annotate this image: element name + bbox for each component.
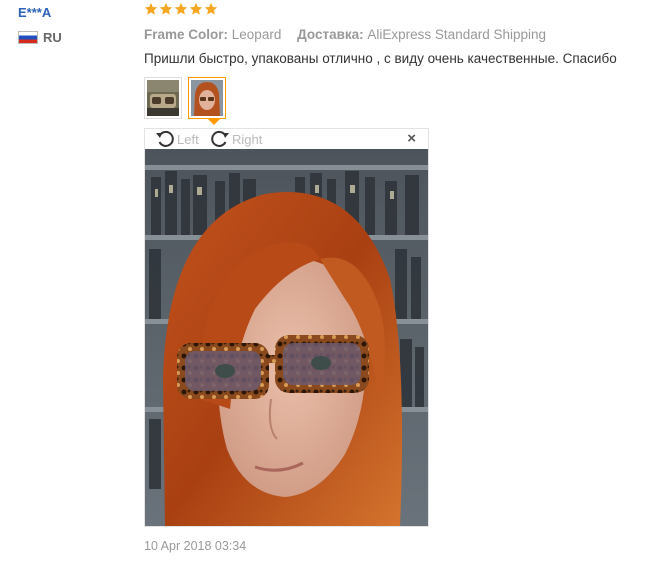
rotate-left-button[interactable]: Left [155,130,199,148]
review-text: Пришли быстро, упакованы отлично , с вид… [144,51,617,66]
close-viewer-button[interactable]: × [407,130,416,148]
review-timestamp: 10 Apr 2018 03:34 [144,539,247,553]
active-thumb-caret [208,119,220,125]
viewer-toolbar: Left Right × [145,129,428,149]
photo-thumbnail-selfie-icon[interactable] [188,77,226,119]
photo-viewer: Left Right × [144,128,429,527]
star-icon [144,2,158,15]
attr-frame-color-label: Frame Color: [144,27,229,42]
rotate-left-label: Left [177,131,199,147]
rotate-right-label: Right [232,131,263,147]
star-icon [204,2,218,15]
attr-frame-color-value: Leopard [231,27,282,42]
star-icon [189,2,203,15]
rotate-right-button[interactable]: Right [210,130,262,148]
reviewer-info: E***A RU [18,6,62,45]
reviewer-name[interactable]: E***A [18,6,62,20]
attr-shipping-value: AliExpress Standard Shipping [367,27,547,42]
review-photo [145,149,428,526]
russia-flag-icon [18,31,38,44]
attr-shipping-label: Доставка: [297,27,364,42]
photo-thumbnails [144,77,226,119]
star-rating [144,2,218,20]
review-attributes: Frame Color: Leopard Доставка: AliExpres… [144,27,558,42]
star-icon [159,2,173,15]
photo-thumbnail-glasses-icon[interactable] [144,77,182,119]
review-photo-image [145,149,428,526]
star-icon [174,2,188,15]
rotate-right-icon [211,130,229,147]
rotate-left-icon [156,130,174,147]
reviewer-country: RU [18,30,62,45]
country-code: RU [43,30,62,45]
